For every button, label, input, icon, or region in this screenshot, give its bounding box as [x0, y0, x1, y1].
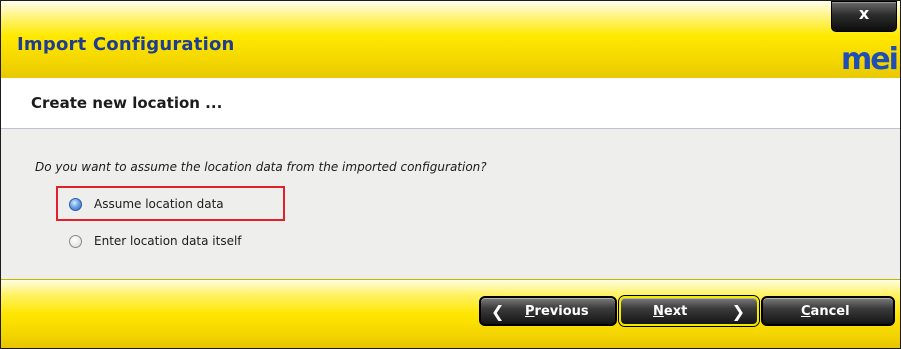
step-title: Create new location ...: [31, 94, 223, 112]
radio-button-selected[interactable]: [69, 197, 82, 211]
content-panel: Do you want to assume the location data …: [1, 129, 900, 279]
mei-logo: mei: [841, 42, 899, 77]
close-icon: x: [858, 4, 870, 23]
previous-button[interactable]: ❮ Previous: [479, 296, 617, 326]
question-text: Do you want to assume the location data …: [35, 160, 487, 174]
step-header: Create new location ...: [1, 78, 900, 129]
dialog-title: Import Configuration: [17, 34, 235, 55]
previous-label: Previous: [525, 304, 589, 319]
option-enter-location[interactable]: Enter location data itself: [69, 232, 242, 250]
next-button[interactable]: Next ❯: [619, 296, 759, 326]
button-bar: ❮ Previous Next ❯ Cancel: [1, 279, 900, 348]
option-label[interactable]: Enter location data itself: [94, 234, 242, 248]
chevron-right-icon: ❯: [731, 302, 745, 321]
import-configuration-dialog: Import Configuration x mei Create new lo…: [0, 0, 901, 349]
cancel-label: Cancel: [801, 304, 850, 319]
cancel-button[interactable]: Cancel: [761, 296, 895, 326]
chevron-left-icon: ❮: [491, 302, 505, 321]
close-button[interactable]: x: [831, 1, 897, 32]
radio-button[interactable]: [69, 234, 82, 248]
option-assume-location[interactable]: Assume location data: [69, 195, 224, 213]
next-label: Next: [653, 304, 688, 319]
title-bar: Import Configuration x mei: [1, 1, 900, 78]
option-label[interactable]: Assume location data: [94, 197, 224, 211]
